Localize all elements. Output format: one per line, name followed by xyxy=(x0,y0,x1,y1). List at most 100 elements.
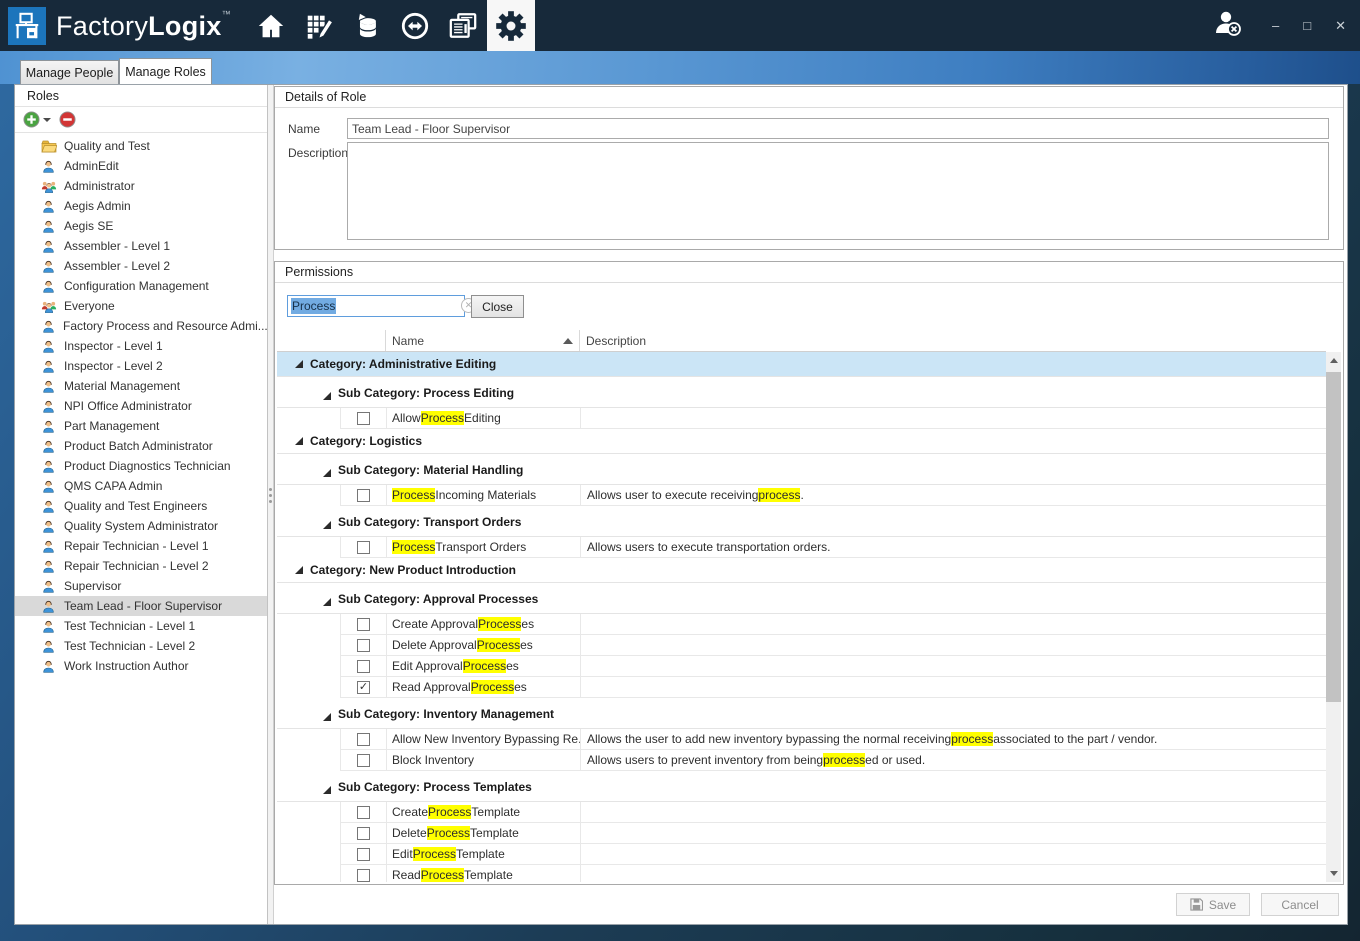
role-item[interactable]: Aegis Admin xyxy=(15,196,267,216)
permission-name: Read Approval Processes xyxy=(386,677,580,698)
collapse-triangle-icon[interactable] xyxy=(323,713,331,721)
permission-checkbox[interactable] xyxy=(357,412,370,425)
role-item[interactable]: QMS CAPA Admin xyxy=(15,476,267,496)
collapse-triangle-icon[interactable] xyxy=(323,521,331,529)
permission-checkbox[interactable] xyxy=(357,848,370,861)
subcategory-label: Sub Category: Transport Orders xyxy=(338,515,521,529)
minimize-button[interactable]: – xyxy=(1272,19,1279,32)
role-label: Test Technician - Level 1 xyxy=(64,619,195,633)
category-row[interactable]: Category: New Product Introduction xyxy=(277,558,1326,583)
category-row[interactable]: Category: Administrative Editing xyxy=(277,352,1326,377)
cancel-button[interactable]: Cancel xyxy=(1261,893,1339,916)
role-item[interactable]: Team Lead - Floor Supervisor xyxy=(15,596,267,616)
close-button[interactable]: ✕ xyxy=(1335,19,1346,32)
role-item[interactable]: Quality and Test Engineers xyxy=(15,496,267,516)
checkbox-column-header[interactable] xyxy=(277,330,386,351)
tab-manage-people[interactable]: Manage People xyxy=(20,60,119,84)
role-item[interactable]: Assembler - Level 2 xyxy=(15,256,267,276)
role-item[interactable]: Work Instruction Author xyxy=(15,656,267,676)
tab-manage-roles[interactable]: Manage Roles xyxy=(119,58,212,84)
scrollbar-thumb[interactable] xyxy=(1326,372,1341,702)
maximize-button[interactable]: □ xyxy=(1303,19,1311,32)
role-description-input[interactable] xyxy=(347,142,1329,240)
permission-checkbox[interactable] xyxy=(357,639,370,652)
subcategory-row[interactable]: Sub Category: Process Templates xyxy=(277,771,1326,802)
collapse-triangle-icon[interactable] xyxy=(295,360,303,368)
add-role-icon[interactable] xyxy=(21,110,41,130)
collapse-triangle-icon[interactable] xyxy=(323,598,331,606)
role-item[interactable]: Assembler - Level 1 xyxy=(15,236,267,256)
permission-checkbox[interactable] xyxy=(357,489,370,502)
user-icon xyxy=(41,379,57,394)
role-item[interactable]: Repair Technician - Level 1 xyxy=(15,536,267,556)
user-icon xyxy=(41,439,57,454)
role-item[interactable]: NPI Office Administrator xyxy=(15,396,267,416)
role-item[interactable]: Product Batch Administrator xyxy=(15,436,267,456)
subcategory-row[interactable]: Sub Category: Approval Processes xyxy=(277,583,1326,614)
user-icon xyxy=(41,359,57,374)
permission-checkbox[interactable] xyxy=(357,806,370,819)
subcategory-row[interactable]: Sub Category: Process Editing xyxy=(277,377,1326,408)
logout-user-icon[interactable] xyxy=(1212,9,1244,42)
role-item[interactable]: Material Management xyxy=(15,376,267,396)
user-icon xyxy=(41,199,57,214)
permission-description xyxy=(580,844,1326,865)
remove-role-icon[interactable] xyxy=(57,110,77,130)
documents-icon[interactable] xyxy=(439,0,487,51)
permission-description: Allows the user to add new inventory byp… xyxy=(580,729,1326,750)
permission-checkbox[interactable] xyxy=(357,660,370,673)
permission-checkbox[interactable] xyxy=(357,754,370,767)
settings-gear-icon[interactable] xyxy=(487,0,535,51)
subcategory-row[interactable]: Sub Category: Material Handling xyxy=(277,454,1326,485)
role-item[interactable]: Part Management xyxy=(15,416,267,436)
role-label: Configuration Management xyxy=(64,279,209,293)
vertical-scrollbar[interactable] xyxy=(1326,352,1341,882)
permissions-search-input[interactable]: Process xyxy=(287,295,465,317)
role-item[interactable]: Test Technician - Level 2 xyxy=(15,636,267,656)
subcategory-row[interactable]: Sub Category: Transport Orders xyxy=(277,506,1326,537)
collapse-triangle-icon[interactable] xyxy=(295,566,303,574)
subcategory-row[interactable]: Sub Category: Inventory Management xyxy=(277,698,1326,729)
role-item[interactable]: Inspector - Level 1 xyxy=(15,336,267,356)
permission-checkbox[interactable] xyxy=(357,618,370,631)
production-plan-icon[interactable] xyxy=(295,0,343,51)
collapse-triangle-icon[interactable] xyxy=(323,786,331,794)
transfer-icon[interactable] xyxy=(391,0,439,51)
collapse-triangle-icon[interactable] xyxy=(323,469,331,477)
role-item[interactable]: Administrator xyxy=(15,176,267,196)
role-item[interactable]: Inspector - Level 2 xyxy=(15,356,267,376)
permission-checkbox[interactable] xyxy=(357,827,370,840)
collapse-triangle-icon[interactable] xyxy=(295,437,303,445)
save-button[interactable]: Save xyxy=(1176,893,1250,916)
materials-icon[interactable] xyxy=(343,0,391,51)
role-item[interactable]: Quality and Test xyxy=(15,136,267,156)
scroll-down-icon[interactable] xyxy=(1326,865,1341,882)
role-name-input[interactable] xyxy=(347,118,1329,139)
permission-checkbox[interactable] xyxy=(357,869,370,882)
home-icon[interactable] xyxy=(247,0,295,51)
dropdown-caret-icon[interactable] xyxy=(43,118,51,122)
description-column-header[interactable]: Description xyxy=(580,330,1326,351)
row-indent xyxy=(277,677,340,698)
role-item[interactable]: Aegis SE xyxy=(15,216,267,236)
role-item[interactable]: AdminEdit xyxy=(15,156,267,176)
category-row[interactable]: Category: Logistics xyxy=(277,429,1326,454)
role-label: AdminEdit xyxy=(64,159,119,173)
role-item[interactable]: Repair Technician - Level 2 xyxy=(15,556,267,576)
role-item[interactable]: Quality System Administrator xyxy=(15,516,267,536)
role-item[interactable]: Configuration Management xyxy=(15,276,267,296)
scroll-up-icon[interactable] xyxy=(1326,352,1341,369)
role-item[interactable]: Factory Process and Resource Admi... xyxy=(15,316,267,336)
sort-ascending-icon xyxy=(563,338,573,344)
name-column-header[interactable]: Name xyxy=(386,330,580,351)
role-item[interactable]: Supervisor xyxy=(15,576,267,596)
role-item[interactable]: Product Diagnostics Technician xyxy=(15,456,267,476)
permission-checkbox[interactable] xyxy=(357,733,370,746)
permission-checkbox[interactable]: ✓ xyxy=(357,681,370,694)
permission-checkbox[interactable] xyxy=(357,541,370,554)
close-search-button[interactable]: Close xyxy=(471,295,524,318)
role-item[interactable]: Test Technician - Level 1 xyxy=(15,616,267,636)
role-item[interactable]: Everyone xyxy=(15,296,267,316)
collapse-triangle-icon[interactable] xyxy=(323,392,331,400)
row-indent xyxy=(277,408,340,429)
